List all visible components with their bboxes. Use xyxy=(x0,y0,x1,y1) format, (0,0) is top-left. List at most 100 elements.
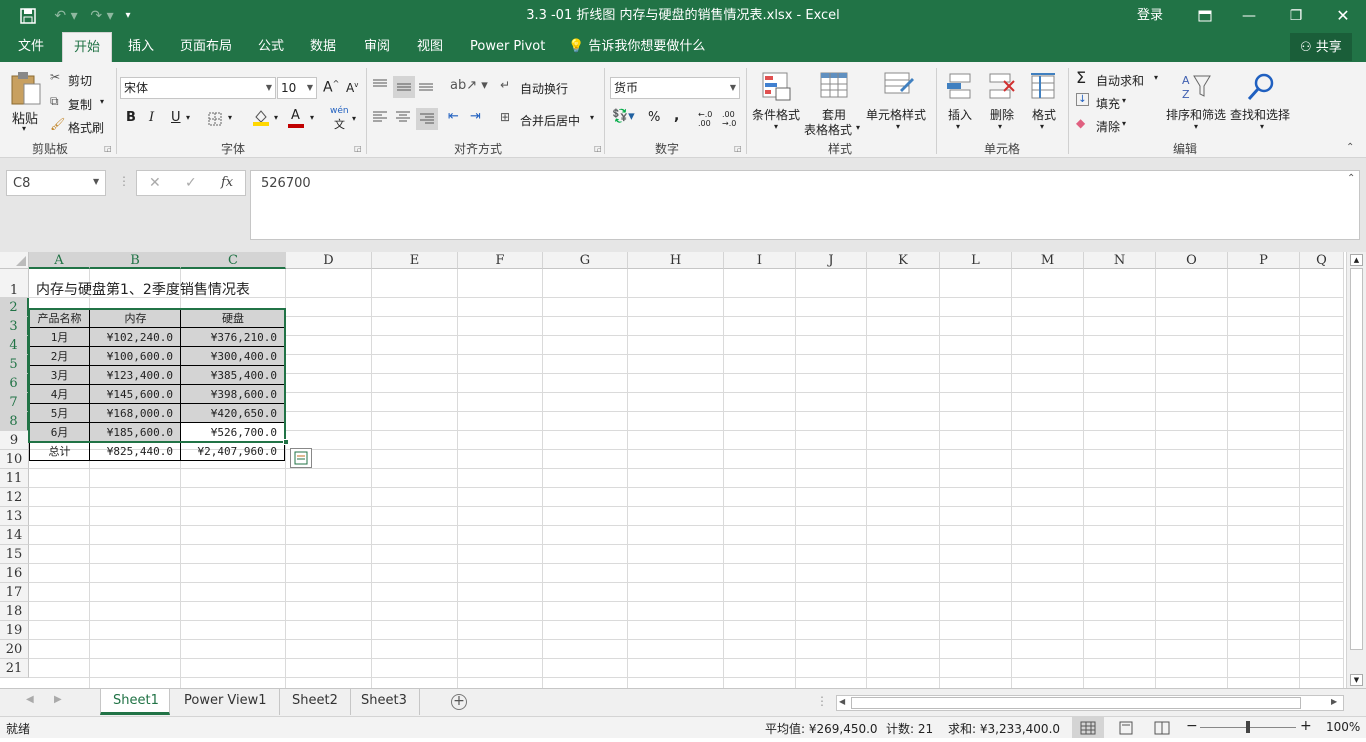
decrease-indent-icon[interactable]: ⇤ xyxy=(448,109,459,124)
row-header-21[interactable]: 21 xyxy=(0,659,29,678)
row-header-13[interactable]: 13 xyxy=(0,507,29,526)
format-painter-button[interactable]: 🖌 格式刷 xyxy=(50,117,110,137)
table-cell[interactable]: ¥398,600.0 xyxy=(181,385,285,404)
number-format-combo[interactable]: 货币 ▼ xyxy=(610,77,740,99)
copy-button[interactable]: ⧉ 复制 ▾ xyxy=(50,94,110,114)
h-scroll-thumb[interactable] xyxy=(851,697,1301,709)
normal-view-icon[interactable] xyxy=(1072,717,1104,738)
font-size-combo[interactable]: 10 ▼ xyxy=(277,77,317,99)
column-header-p[interactable]: P xyxy=(1228,252,1300,269)
font-color-button[interactable]: A ▾ xyxy=(288,108,318,130)
save-icon[interactable] xyxy=(14,0,42,32)
table-cell[interactable]: ¥123,400.0 xyxy=(90,366,181,385)
chevron-down-icon[interactable]: ▾ xyxy=(186,113,190,122)
row-header-14[interactable]: 14 xyxy=(0,526,29,545)
header-cell[interactable]: 硬盘 xyxy=(181,309,285,328)
worksheet-grid[interactable]: ABCDEFGHIJKLMNOPQ 1 2 3 4 5 6 7 8 9 10 11 12 13 14 15 1… xyxy=(0,252,1366,688)
column-header-q[interactable]: Q xyxy=(1300,252,1344,269)
accounting-format-icon[interactable]: 💱▾ xyxy=(612,109,635,124)
column-header-l[interactable]: L xyxy=(940,252,1012,269)
scroll-right-icon[interactable]: ▶ xyxy=(1331,697,1337,706)
row-header-2[interactable]: 2 xyxy=(0,298,29,317)
insert-function-icon[interactable]: fx xyxy=(221,175,233,190)
tab-power-pivot[interactable]: Power Pivot xyxy=(460,32,555,62)
table-cell[interactable]: 1月 xyxy=(29,328,90,347)
collapse-ribbon-icon[interactable]: ⌃ xyxy=(1346,142,1354,153)
row-header-6[interactable]: 6 xyxy=(0,374,29,393)
table-title[interactable]: 内存与硬盘第1、2季度销售情况表 xyxy=(36,279,250,301)
zoom-level[interactable]: 100% xyxy=(1326,720,1360,734)
fill-color-button[interactable]: ▾ xyxy=(252,108,284,130)
column-header-n[interactable]: N xyxy=(1084,252,1156,269)
table-cell[interactable]: ¥376,210.0 xyxy=(181,328,285,347)
orientation-icon[interactable]: ab↗ ▾ xyxy=(450,78,488,93)
column-header-f[interactable]: F xyxy=(458,252,543,269)
dialog-launcher-icon[interactable]: ◲ xyxy=(594,144,602,153)
column-header-g[interactable]: G xyxy=(543,252,628,269)
increase-decimal-icon[interactable]: ←.0 .00 xyxy=(698,110,720,128)
row-header-15[interactable]: 15 xyxy=(0,545,29,564)
row-header-19[interactable]: 19 xyxy=(0,621,29,640)
zoom-in-icon[interactable]: + xyxy=(1300,718,1312,734)
page-break-view-icon[interactable] xyxy=(1154,721,1170,735)
fill-button[interactable]: ↓ 填充 ▾ xyxy=(1076,93,1146,113)
table-cell[interactable]: ¥526,700.0 xyxy=(181,423,285,442)
tab-formulas[interactable]: 公式 xyxy=(248,32,294,62)
font-name-combo[interactable]: 宋体 ▼ xyxy=(120,77,276,99)
row-header-11[interactable]: 11 xyxy=(0,469,29,488)
page-layout-view-icon[interactable] xyxy=(1118,721,1134,735)
scroll-down-icon[interactable]: ▼ xyxy=(1350,674,1363,686)
insert-cells-button[interactable]: 插入 ▾ xyxy=(942,68,978,140)
tab-data[interactable]: 数据 xyxy=(300,32,346,62)
undo-icon[interactable]: ↶ ▾ xyxy=(48,0,84,32)
tab-split-handle[interactable]: ⋮ xyxy=(816,694,828,708)
conditional-formatting-button[interactable]: 条件格式 ▾ xyxy=(750,68,804,140)
decrease-font-icon[interactable]: Av xyxy=(346,81,358,95)
tab-review[interactable]: 审阅 xyxy=(354,32,400,62)
table-cell[interactable]: 3月 xyxy=(29,366,90,385)
cut-button[interactable]: ✂ 剪切 xyxy=(50,70,106,90)
align-bottom-icon[interactable] xyxy=(418,78,438,98)
customize-qat-icon[interactable]: ▾ xyxy=(120,0,136,32)
autosum-button[interactable]: Σ 自动求和 ▾ xyxy=(1076,68,1166,90)
tab-page-layout[interactable]: 页面布局 xyxy=(170,32,242,62)
name-box[interactable]: C8 ▼ xyxy=(6,170,106,196)
column-header-o[interactable]: O xyxy=(1156,252,1228,269)
column-header-d[interactable]: D xyxy=(286,252,372,269)
row-header-16[interactable]: 16 xyxy=(0,564,29,583)
share-button[interactable]: ⚇ 共享 xyxy=(1290,33,1352,61)
vertical-scrollbar[interactable]: ▲ ▼ xyxy=(1346,252,1366,688)
align-middle-icon[interactable] xyxy=(393,76,415,98)
comma-button[interactable]: , xyxy=(674,108,679,124)
new-sheet-icon[interactable]: + xyxy=(451,694,467,710)
dialog-launcher-icon[interactable]: ◲ xyxy=(354,144,362,153)
clear-button[interactable]: ◆ 清除 ▾ xyxy=(1076,116,1146,136)
phonetic-button[interactable]: wén 文 ▾ xyxy=(330,106,360,132)
total-cell[interactable]: 总计 xyxy=(29,442,90,461)
column-header-j[interactable]: J xyxy=(796,252,867,269)
bold-button[interactable]: B xyxy=(126,110,136,125)
table-cell[interactable]: ¥300,400.0 xyxy=(181,347,285,366)
table-cell[interactable]: ¥185,600.0 xyxy=(90,423,181,442)
table-cell[interactable]: 4月 xyxy=(29,385,90,404)
table-cell[interactable]: ¥145,600.0 xyxy=(90,385,181,404)
tab-home[interactable]: 开始 xyxy=(62,32,112,63)
dialog-launcher-icon[interactable]: ◲ xyxy=(104,144,112,153)
minimize-icon[interactable]: — xyxy=(1228,0,1270,32)
prev-sheet-icon[interactable]: ◀ xyxy=(26,694,34,705)
scroll-up-icon[interactable]: ▲ xyxy=(1350,254,1363,266)
align-left-icon[interactable] xyxy=(372,110,392,130)
row-header-9[interactable]: 9 xyxy=(0,431,29,450)
column-header-e[interactable]: E xyxy=(372,252,458,269)
horizontal-scrollbar[interactable]: ◀ ▶ xyxy=(836,695,1344,711)
scroll-left-icon[interactable]: ◀ xyxy=(839,697,845,706)
sort-filter-button[interactable]: AZ 排序和筛选 ▾ xyxy=(1164,68,1228,140)
total-cell[interactable]: ¥2,407,960.0 xyxy=(181,442,285,461)
column-header-m[interactable]: M xyxy=(1012,252,1084,269)
row-header-18[interactable]: 18 xyxy=(0,602,29,621)
align-right-icon[interactable] xyxy=(416,108,438,130)
row-header-5[interactable]: 5 xyxy=(0,355,29,374)
row-header-4[interactable]: 4 xyxy=(0,336,29,355)
column-header-a[interactable]: A xyxy=(29,252,90,269)
next-sheet-icon[interactable]: ▶ xyxy=(54,694,62,705)
